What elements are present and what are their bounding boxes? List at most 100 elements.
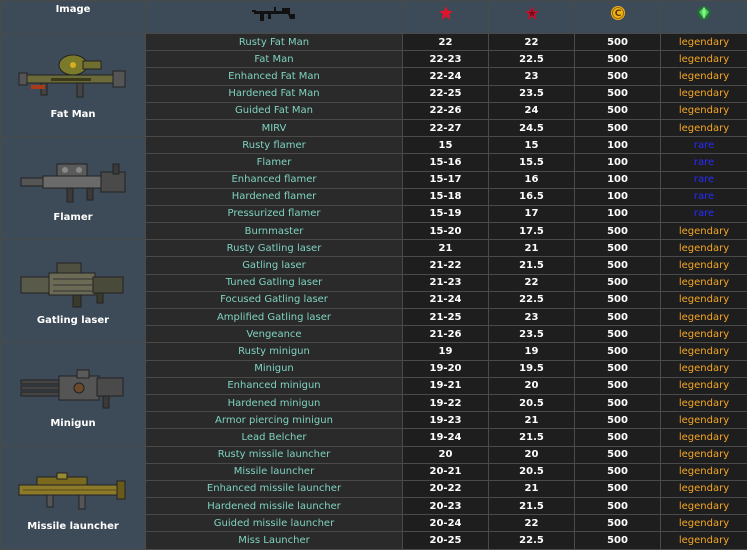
damage-cell: 21-22 (403, 257, 489, 274)
green-gem-icon (696, 5, 712, 21)
damage-cell: 22-27 (403, 119, 489, 136)
rarity-column-header (661, 1, 747, 34)
average-cell: 23 (489, 309, 575, 326)
weapon-name-cell: Hardened flamer (146, 188, 403, 205)
damage-cell: 22-23 (403, 51, 489, 68)
rarity-cell: legendary (661, 429, 747, 446)
damage-cell: 15-16 (403, 154, 489, 171)
rarity-cell: legendary (661, 446, 747, 463)
damage-cell: 21-24 (403, 291, 489, 308)
table-header-row: Image (1, 1, 747, 34)
average-cell: 24.5 (489, 119, 575, 136)
damage-cell: 19-21 (403, 377, 489, 394)
average-cell: 21 (489, 412, 575, 429)
rarity-cell: legendary (661, 68, 747, 85)
average-cell: 20.5 (489, 394, 575, 411)
average-cell: 21 (489, 480, 575, 497)
weapon-name-cell: Hardened minigun (146, 394, 403, 411)
damage-column-header (403, 1, 489, 34)
weapon-name-cell: Guided missile launcher (146, 515, 403, 532)
weapon-name-cell: Burnmaster (146, 223, 403, 240)
rarity-cell: rare (661, 154, 747, 171)
weapon-name-cell: Tuned Gatling laser (146, 274, 403, 291)
rarity-cell: rare (661, 137, 747, 154)
weapon-name-cell: Rusty flamer (146, 137, 403, 154)
weapon-name-cell: Enhanced Fat Man (146, 68, 403, 85)
rarity-cell: legendary (661, 326, 747, 343)
rarity-cell: legendary (661, 102, 747, 119)
table-row: Missile launcherRusty missile launcher20… (1, 446, 747, 463)
average-cell: 22 (489, 274, 575, 291)
average-cell: 23.5 (489, 326, 575, 343)
red-star-dark-icon (524, 5, 540, 21)
cost-cell: 500 (575, 463, 661, 480)
rarity-cell: legendary (661, 34, 747, 51)
average-cell: 22.5 (489, 532, 575, 549)
rarity-cell: legendary (661, 257, 747, 274)
missile-launcher-icon (17, 463, 129, 517)
weapon-group-fat-man: Fat Man (1, 34, 146, 137)
cost-cell: 500 (575, 119, 661, 136)
cost-cell: 100 (575, 188, 661, 205)
average-cell: 23.5 (489, 85, 575, 102)
average-cell: 21.5 (489, 429, 575, 446)
weapon-name-cell: Vengeance (146, 326, 403, 343)
table-row: FlamerRusty flamer1515100rare (1, 137, 747, 154)
rarity-cell: legendary (661, 240, 747, 257)
average-cell: 15.5 (489, 154, 575, 171)
average-cell: 22 (489, 515, 575, 532)
weapon-name-cell: Focused Gatling laser (146, 291, 403, 308)
weapon-group-minigun: Minigun (1, 343, 146, 446)
cost-cell: 500 (575, 51, 661, 68)
rarity-cell: legendary (661, 360, 747, 377)
weapon-group-label: Flamer (53, 212, 92, 223)
cost-cell: 100 (575, 154, 661, 171)
weapon-column-header (146, 1, 403, 34)
cost-cell: 500 (575, 498, 661, 515)
average-cell: 16.5 (489, 188, 575, 205)
rarity-cell: legendary (661, 412, 747, 429)
cost-cell: 100 (575, 137, 661, 154)
cost-cell: 500 (575, 412, 661, 429)
damage-cell: 15-19 (403, 205, 489, 222)
rarity-cell: legendary (661, 463, 747, 480)
damage-cell: 21-26 (403, 326, 489, 343)
weapon-name-cell: Hardened Fat Man (146, 85, 403, 102)
rarity-cell: legendary (661, 119, 747, 136)
red-star-icon (438, 5, 454, 21)
average-cell: 15 (489, 137, 575, 154)
weapon-name-cell: Enhanced minigun (146, 377, 403, 394)
rarity-cell: legendary (661, 85, 747, 102)
table-row: MinigunRusty minigun1919500legendary (1, 343, 747, 360)
cost-cell: 100 (575, 171, 661, 188)
weapon-name-cell: Enhanced flamer (146, 171, 403, 188)
cost-cell: 500 (575, 68, 661, 85)
cost-cell: 500 (575, 446, 661, 463)
average-cell: 20 (489, 377, 575, 394)
cost-cell: 500 (575, 429, 661, 446)
damage-cell: 20-25 (403, 532, 489, 549)
cost-cell: 500 (575, 480, 661, 497)
cost-cell: 500 (575, 85, 661, 102)
damage-cell: 19-22 (403, 394, 489, 411)
table-row: Fat ManRusty Fat Man2222500legendary (1, 34, 747, 51)
damage-cell: 15-20 (403, 223, 489, 240)
cost-cell: 500 (575, 326, 661, 343)
average-cell: 19.5 (489, 360, 575, 377)
weapon-group-label: Fat Man (50, 109, 95, 120)
weapon-name-cell: Armor piercing minigun (146, 412, 403, 429)
average-cell: 21 (489, 240, 575, 257)
damage-cell: 19-20 (403, 360, 489, 377)
caps-coin-icon: C (610, 5, 626, 21)
weapon-name-cell: Amplified Gatling laser (146, 309, 403, 326)
cost-cell: 500 (575, 515, 661, 532)
rarity-cell: rare (661, 188, 747, 205)
average-cell: 22 (489, 34, 575, 51)
weapon-group-flamer: Flamer (1, 137, 146, 240)
rarity-cell: legendary (661, 480, 747, 497)
table-row: Gatling laserRusty Gatling laser2121500l… (1, 240, 747, 257)
weapon-name-cell: Guided Fat Man (146, 102, 403, 119)
average-cell: 19 (489, 343, 575, 360)
damage-cell: 22-26 (403, 102, 489, 119)
damage-cell: 20-23 (403, 498, 489, 515)
